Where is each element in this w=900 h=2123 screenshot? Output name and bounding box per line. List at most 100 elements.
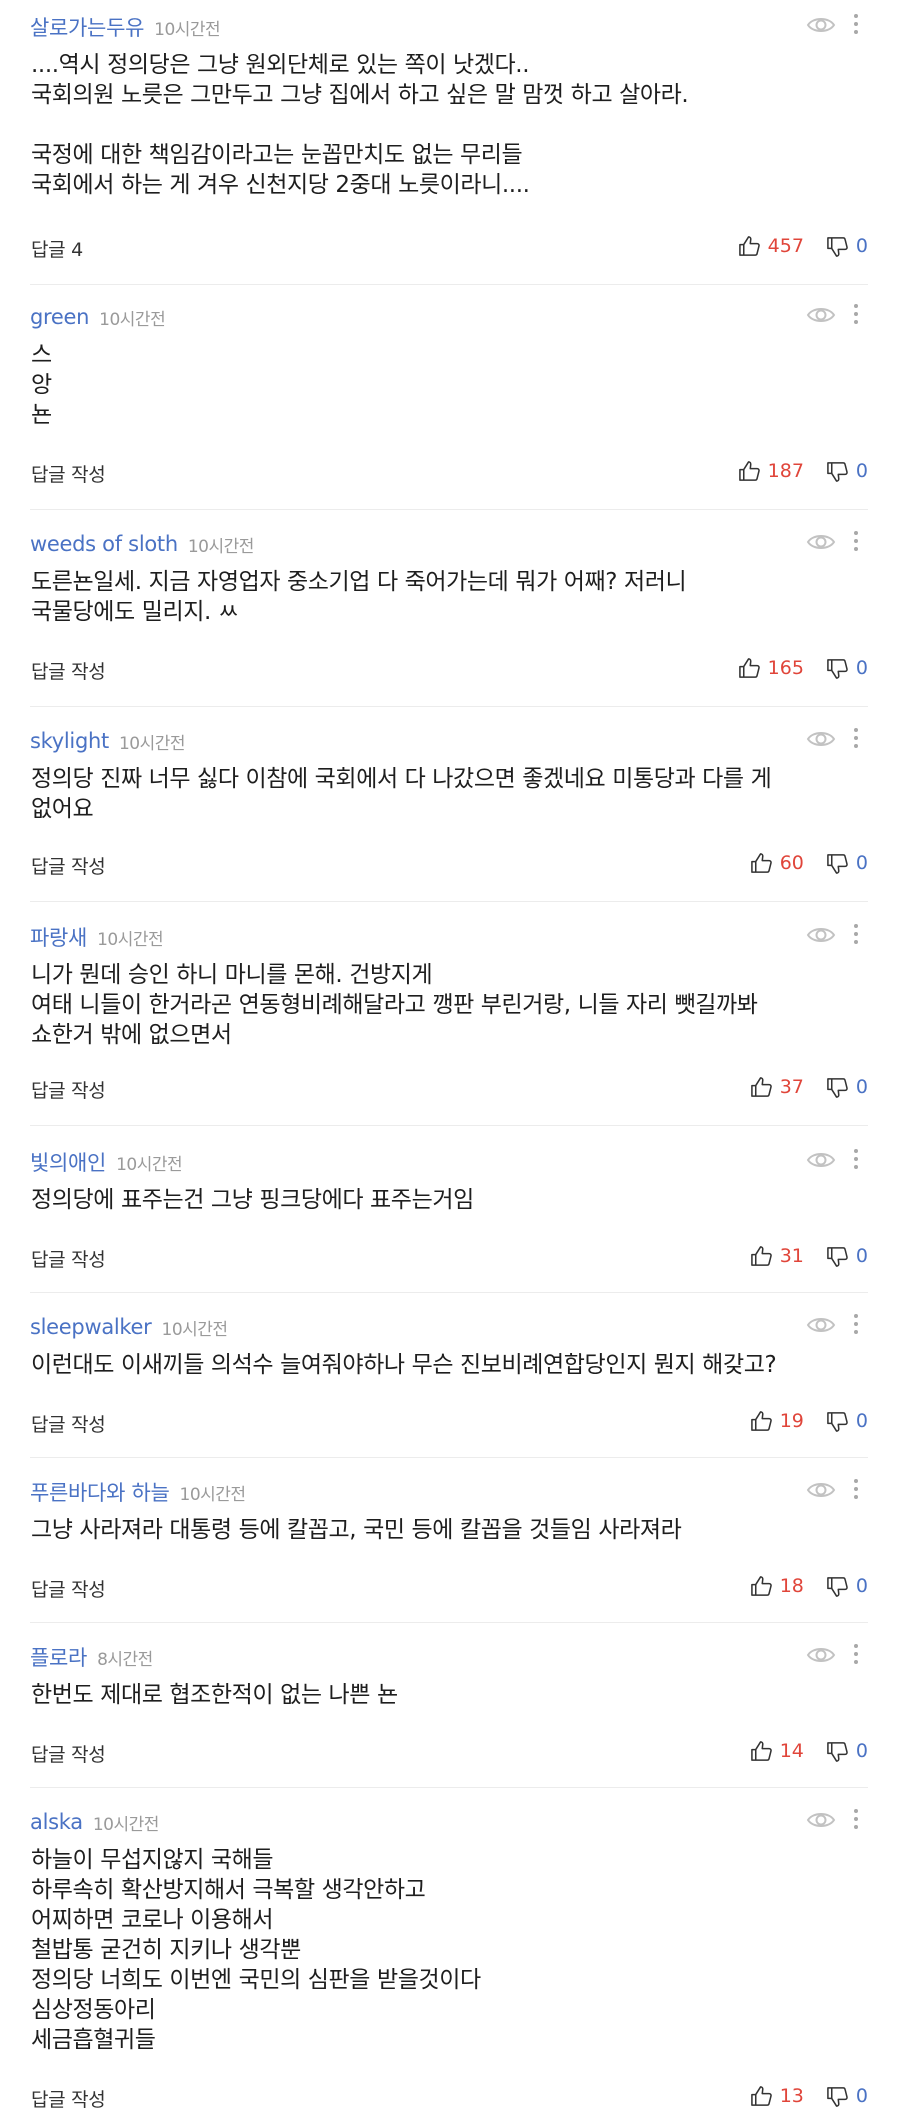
reply-button[interactable]: 답글 작성	[31, 1245, 106, 1272]
comment-item: 파랑새 10시간전 니가 뭔데 승인 하니 마니를 몬해. 건방지게 여태 니들…	[30, 920, 868, 1126]
vote-bar: 18 0	[750, 1572, 868, 1600]
comment-nickname[interactable]: weeds of sloth	[30, 532, 178, 556]
more-options-icon[interactable]	[852, 302, 860, 326]
comment-item: skylight 10시간전 정의당 진짜 너무 싫다 이참에 국회에서 다 나…	[30, 724, 868, 902]
dislike-button[interactable]: 0	[826, 1076, 868, 1099]
like-count: 13	[779, 2085, 804, 2107]
reply-button[interactable]: 답글 작성	[31, 460, 106, 487]
more-options-icon[interactable]	[852, 1807, 860, 1831]
dislike-count: 0	[855, 1740, 868, 1762]
like-button[interactable]: 187	[738, 460, 804, 483]
more-options-icon[interactable]	[852, 922, 860, 946]
comment-nickname[interactable]: sleepwalker	[30, 1315, 152, 1339]
more-options-icon[interactable]	[852, 1642, 860, 1666]
reply-button[interactable]: 답글 작성	[31, 2085, 106, 2112]
like-button[interactable]: 60	[750, 852, 804, 875]
thumbs-up-icon	[750, 1245, 772, 1266]
comment-item: green 10시간전 스 앙 뇬 답글 작성 187 0	[30, 300, 868, 510]
more-options-icon[interactable]	[852, 1477, 860, 1501]
comment-nickname[interactable]: 살로가는두유	[30, 12, 144, 42]
comment-meta: 푸른바다와 하늘 10시간전	[30, 1475, 246, 1509]
comment-text: ....역시 정의당은 그냥 원외단체로 있는 쪽이 낫겠다.. 국회의원 노릇…	[31, 52, 689, 198]
comment-item: alska 10시간전 하늘이 무섭지않지 국해들 하루속히 확산방지해서 극복…	[30, 1805, 868, 2123]
reply-button[interactable]: 답글 4	[31, 235, 83, 262]
thumbs-up-icon	[750, 1575, 772, 1596]
eye-icon[interactable]	[806, 531, 836, 553]
reply-button[interactable]: 답글 작성	[31, 1575, 106, 1602]
dislike-button[interactable]: 0	[826, 657, 868, 680]
comment-text: 그냥 사라져라 대통령 등에 칼꼽고, 국민 등에 칼꼽을 것들임 사라져라	[31, 1517, 682, 1543]
comment-nickname[interactable]: skylight	[30, 729, 109, 753]
dislike-count: 0	[855, 2085, 868, 2107]
thumbs-up-icon	[750, 1410, 772, 1431]
eye-icon[interactable]	[806, 1809, 836, 1831]
thumbs-down-icon	[827, 236, 848, 257]
dislike-button[interactable]: 0	[826, 1740, 868, 1763]
like-button[interactable]: 13	[750, 2085, 804, 2108]
comment-text: 정의당에 표주는건 그냥 핑크당에다 표주는거임	[31, 1187, 474, 1213]
like-count: 165	[767, 657, 804, 679]
eye-icon[interactable]	[806, 728, 836, 750]
comment-time: 10시간전	[154, 19, 221, 40]
eye-icon[interactable]	[806, 14, 836, 36]
like-button[interactable]: 457	[738, 235, 804, 258]
dislike-button[interactable]: 0	[826, 1245, 868, 1268]
more-options-icon[interactable]	[852, 1147, 860, 1171]
reply-button[interactable]: 답글 작성	[31, 1076, 106, 1103]
comment-time: 10시간전	[161, 1319, 229, 1340]
thumbs-down-icon	[827, 1741, 848, 1762]
comment-time: 10시간전	[116, 1154, 183, 1175]
comment-meta: 파랑새 10시간전	[30, 920, 164, 954]
like-count: 14	[779, 1740, 804, 1762]
comment-text: 도른뇬일세. 지금 자영업자 중소기업 다 죽어가는데 뭐가 어째? 저러니 국…	[31, 569, 687, 625]
like-button[interactable]: 37	[750, 1076, 804, 1099]
comment-nickname[interactable]: green	[30, 305, 89, 329]
comment-meta: 플로라 8시간전	[30, 1640, 153, 1674]
vote-bar: 13 0	[750, 2082, 868, 2110]
comment-meta: weeds of sloth 10시간전	[30, 527, 254, 561]
like-button[interactable]: 19	[750, 1410, 804, 1433]
eye-icon[interactable]	[806, 924, 836, 946]
eye-icon[interactable]	[806, 1644, 836, 1666]
vote-bar: 14 0	[750, 1737, 868, 1765]
comment-nickname[interactable]: 파랑새	[30, 922, 87, 952]
like-button[interactable]: 14	[750, 1740, 804, 1763]
reply-button[interactable]: 답글 작성	[31, 1740, 106, 1767]
thumbs-down-icon	[827, 658, 848, 679]
dislike-button[interactable]: 0	[826, 460, 868, 483]
dislike-button[interactable]: 0	[826, 852, 868, 875]
eye-icon[interactable]	[806, 1314, 836, 1336]
comment-nickname[interactable]: 푸른바다와 하늘	[30, 1477, 170, 1507]
thumbs-up-icon	[750, 1076, 772, 1097]
like-button[interactable]: 18	[750, 1575, 804, 1598]
comment-nickname[interactable]: 플로라	[30, 1642, 87, 1672]
like-button[interactable]: 31	[750, 1245, 804, 1268]
dislike-button[interactable]: 0	[826, 1575, 868, 1598]
like-count: 457	[767, 235, 804, 257]
dislike-button[interactable]: 0	[826, 2085, 868, 2108]
more-options-icon[interactable]	[852, 12, 860, 36]
thumbs-up-icon	[750, 2085, 772, 2106]
thumbs-down-icon	[827, 1576, 848, 1597]
comment-nickname[interactable]: 빛의애인	[30, 1147, 106, 1177]
dislike-button[interactable]: 0	[826, 235, 868, 258]
dislike-button[interactable]: 0	[826, 1410, 868, 1433]
reply-button[interactable]: 답글 작성	[31, 852, 106, 879]
reply-button[interactable]: 답글 작성	[31, 657, 106, 684]
comment-item: 푸른바다와 하늘 10시간전 그냥 사라져라 대통령 등에 칼꼽고, 국민 등에…	[30, 1475, 868, 1623]
more-options-icon[interactable]	[852, 726, 860, 750]
reply-button[interactable]: 답글 작성	[31, 1410, 106, 1437]
eye-icon[interactable]	[806, 304, 836, 326]
more-options-icon[interactable]	[852, 529, 860, 553]
comment-nickname[interactable]: alska	[30, 1810, 83, 1834]
like-count: 37	[779, 1076, 804, 1098]
dislike-count: 0	[855, 852, 868, 874]
eye-icon[interactable]	[806, 1479, 836, 1501]
comment-meta: alska 10시간전	[30, 1805, 159, 1839]
comment-time: 10시간전	[118, 733, 186, 754]
eye-icon[interactable]	[806, 1149, 836, 1171]
comment-meta: sleepwalker 10시간전	[30, 1310, 228, 1344]
like-button[interactable]: 165	[738, 657, 804, 680]
comment-text: 니가 뭔데 승인 하니 마니를 몬해. 건방지게 여태 니들이 한거라곤 연동형…	[31, 962, 758, 1048]
more-options-icon[interactable]	[852, 1312, 860, 1336]
